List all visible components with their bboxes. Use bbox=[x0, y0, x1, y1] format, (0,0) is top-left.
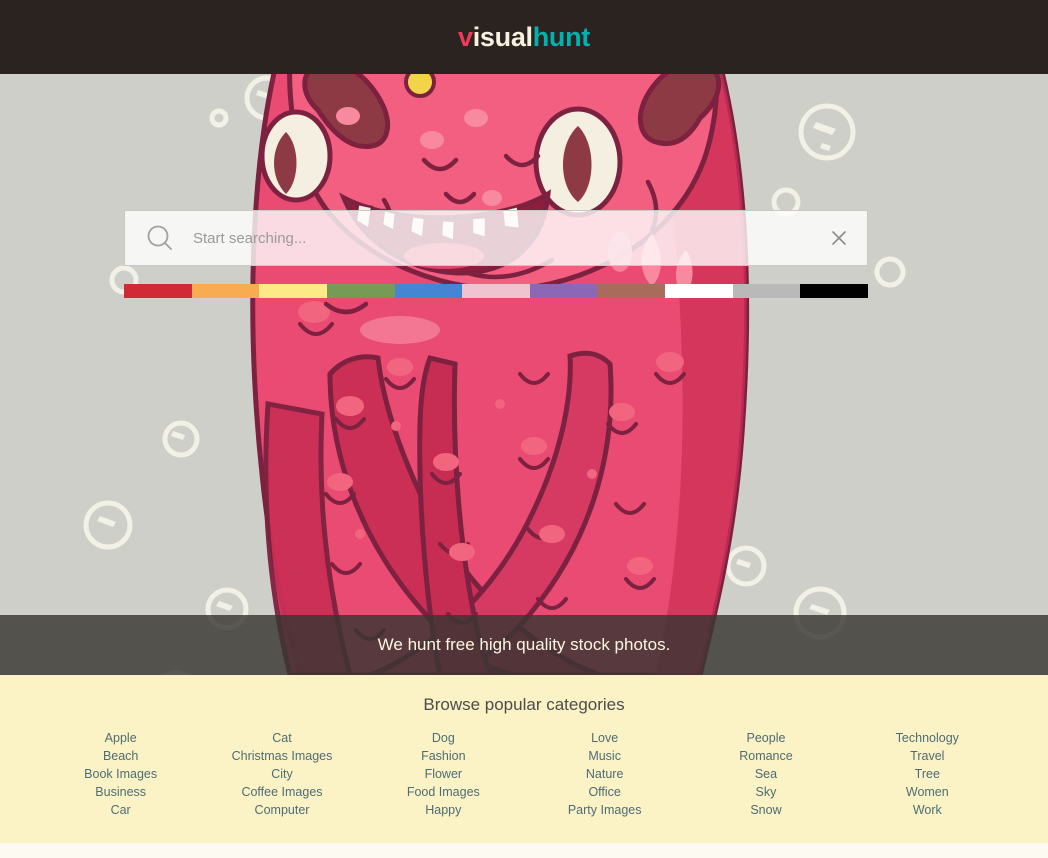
category-link-flower[interactable]: Flower bbox=[425, 765, 463, 783]
color-swatch-orange[interactable] bbox=[191, 284, 260, 298]
category-link-work[interactable]: Work bbox=[913, 801, 942, 819]
category-link-technology[interactable]: Technology bbox=[896, 729, 959, 747]
category-link-romance[interactable]: Romance bbox=[739, 747, 793, 765]
category-link-party-images[interactable]: Party Images bbox=[568, 801, 642, 819]
monster-artwork bbox=[0, 74, 1048, 675]
logo-part-isual: isual bbox=[472, 21, 533, 52]
color-swatch-pink[interactable] bbox=[462, 284, 530, 298]
category-column: Love Music Nature Office Party Images bbox=[524, 729, 685, 819]
category-link-beach[interactable]: Beach bbox=[103, 747, 138, 765]
category-link-tree[interactable]: Tree bbox=[915, 765, 940, 783]
footer-strip bbox=[0, 843, 1048, 858]
category-column: Technology Travel Tree Women Work bbox=[847, 729, 1008, 819]
category-column: Cat Christmas Images City Coffee Images Comp… bbox=[201, 729, 362, 819]
category-link-travel[interactable]: Travel bbox=[910, 747, 944, 765]
logo-part-v: v bbox=[457, 21, 473, 52]
category-link-car[interactable]: Car bbox=[111, 801, 131, 819]
category-link-women[interactable]: Women bbox=[906, 783, 949, 801]
category-column: Apple Beach Book Images Business Car bbox=[40, 729, 201, 819]
search-icon bbox=[147, 225, 172, 250]
color-swatch-blue[interactable] bbox=[394, 284, 463, 298]
category-column: People Romance Sea Sky Snow bbox=[685, 729, 846, 819]
color-swatch-brown[interactable] bbox=[597, 284, 666, 298]
category-link-christmas-images[interactable]: Christmas Images bbox=[232, 747, 333, 765]
category-link-sea[interactable]: Sea bbox=[755, 765, 777, 783]
site-header: visualhunt bbox=[0, 0, 1048, 74]
categories-section: Browse popular categories Apple Beach Book… bbox=[0, 675, 1048, 843]
color-swatch-gray[interactable] bbox=[732, 284, 801, 298]
category-link-cat[interactable]: Cat bbox=[272, 729, 291, 747]
category-column: Dog Fashion Flower Food Images Happy bbox=[363, 729, 524, 819]
color-swatch-green[interactable] bbox=[326, 284, 395, 298]
close-icon[interactable] bbox=[829, 228, 849, 248]
color-swatch-white[interactable] bbox=[665, 284, 733, 298]
category-link-happy[interactable]: Happy bbox=[425, 801, 461, 819]
category-link-dog[interactable]: Dog bbox=[432, 729, 455, 747]
category-link-love[interactable]: Love bbox=[591, 729, 618, 747]
category-link-nature[interactable]: Nature bbox=[586, 765, 624, 783]
search-area bbox=[124, 210, 869, 298]
category-link-office[interactable]: Office bbox=[588, 783, 620, 801]
category-link-business[interactable]: Business bbox=[95, 783, 146, 801]
search-box[interactable] bbox=[124, 210, 868, 266]
category-link-computer[interactable]: Computer bbox=[255, 801, 310, 819]
color-swatch-purple[interactable] bbox=[529, 284, 598, 298]
logo-part-hunt: hunt bbox=[532, 21, 591, 52]
site-logo[interactable]: visualhunt bbox=[457, 21, 591, 52]
categories-title: Browse popular categories bbox=[423, 695, 625, 714]
category-link-sky[interactable]: Sky bbox=[756, 783, 777, 801]
category-link-apple[interactable]: Apple bbox=[105, 729, 137, 747]
color-swatch-yellow[interactable] bbox=[259, 284, 327, 298]
hero-section: We hunt free high quality stock photos. bbox=[0, 74, 1048, 675]
search-input[interactable] bbox=[193, 229, 829, 247]
color-filter-swatches bbox=[124, 284, 869, 298]
category-link-food-images[interactable]: Food Images bbox=[407, 783, 480, 801]
category-link-fashion[interactable]: Fashion bbox=[421, 747, 465, 765]
category-link-snow[interactable]: Snow bbox=[750, 801, 781, 819]
color-swatch-black[interactable] bbox=[800, 284, 869, 298]
category-link-book-images[interactable]: Book Images bbox=[84, 765, 157, 783]
tagline-band: We hunt free high quality stock photos. bbox=[0, 615, 1048, 675]
tagline-text: We hunt free high quality stock photos. bbox=[377, 635, 671, 654]
category-link-city[interactable]: City bbox=[271, 765, 293, 783]
category-link-music[interactable]: Music bbox=[588, 747, 621, 765]
category-link-coffee-images[interactable]: Coffee Images bbox=[241, 783, 322, 801]
categories-grid: Apple Beach Book Images Business Car Cat Chris… bbox=[0, 729, 1048, 819]
monster-illustration bbox=[0, 74, 1048, 675]
category-link-people[interactable]: People bbox=[747, 729, 786, 747]
color-swatch-red[interactable] bbox=[124, 284, 192, 298]
